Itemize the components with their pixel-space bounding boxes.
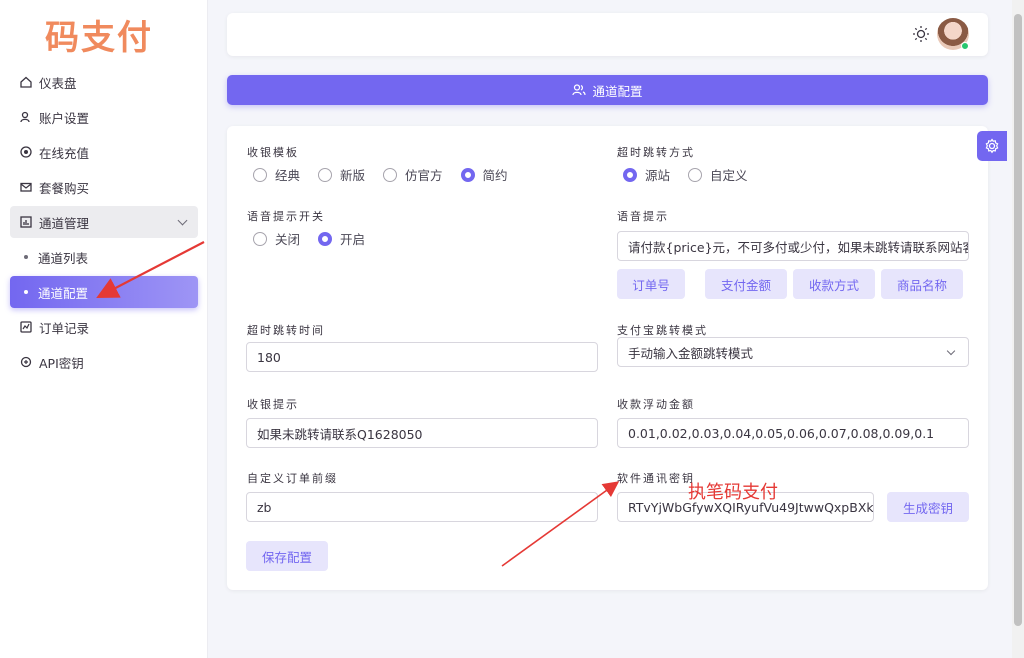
radio-simple[interactable]: 简约 bbox=[460, 165, 508, 184]
users-icon bbox=[572, 84, 587, 96]
radio-circle bbox=[460, 167, 475, 182]
sidebar-item-label: API密钥 bbox=[39, 355, 84, 371]
tag-pay-amount-button[interactable]: 支付金额 bbox=[705, 269, 787, 299]
chart-icon bbox=[20, 216, 32, 228]
chevron-down-icon bbox=[946, 346, 956, 356]
radio-off[interactable]: 关闭 bbox=[253, 229, 300, 248]
cashier-template-radios: 经典 新版 仿官方 简约 bbox=[253, 165, 526, 184]
sidebar-item-label: 在线充值 bbox=[39, 145, 90, 161]
float-amount-label: 收款浮动金额 bbox=[617, 398, 695, 411]
mail-icon bbox=[20, 181, 32, 193]
radio-label: 源站 bbox=[645, 168, 671, 183]
voice-switch-radios: 关闭 开启 bbox=[253, 229, 383, 248]
alipay-mode-label: 支付宝跳转模式 bbox=[617, 324, 708, 337]
sidebar-item-plans[interactable]: 套餐购买 bbox=[10, 171, 198, 203]
online-status-dot bbox=[961, 42, 969, 50]
radio-circle bbox=[253, 231, 267, 246]
sidebar-item-label: 仪表盘 bbox=[39, 75, 77, 91]
sidebar-item-channel-management[interactable]: 通道管理 bbox=[10, 206, 198, 238]
radio-new[interactable]: 新版 bbox=[318, 165, 365, 184]
sidebar-item-orders[interactable]: 订单记录 bbox=[10, 311, 198, 343]
timeout-time-input[interactable]: 180 bbox=[246, 342, 598, 372]
save-config-button[interactable]: 保存配置 bbox=[246, 541, 328, 571]
radio-label: 开启 bbox=[340, 232, 366, 247]
radio-circle bbox=[688, 167, 703, 182]
scrollbar-thumb[interactable] bbox=[1014, 14, 1022, 626]
voice-prompt-label: 语音提示 bbox=[617, 210, 669, 223]
sidebar-item-channel-config[interactable]: 通道配置 bbox=[10, 276, 198, 308]
sidebar-item-dashboard[interactable]: 仪表盘 bbox=[10, 66, 198, 98]
alipay-mode-select[interactable]: 手动输入金额跳转模式 bbox=[617, 337, 969, 367]
sidebar-item-account[interactable]: 账户设置 bbox=[10, 101, 198, 133]
radio-label: 简约 bbox=[482, 168, 508, 183]
sidebar-item-label: 通道管理 bbox=[39, 215, 90, 231]
radio-circle bbox=[253, 167, 267, 182]
gear-icon bbox=[985, 138, 999, 154]
radio-circle bbox=[383, 167, 398, 182]
sidebar-item-label: 订单记录 bbox=[39, 320, 90, 336]
radio-label: 自定义 bbox=[710, 168, 748, 183]
voice-switch-label: 语音提示开关 bbox=[247, 210, 325, 223]
radio-circle bbox=[623, 167, 637, 182]
order-prefix-input[interactable]: zb bbox=[246, 492, 598, 522]
tag-product-name-button[interactable]: 商品名称 bbox=[881, 269, 963, 299]
cashier-template-label: 收银模板 bbox=[247, 146, 299, 159]
radio-label: 关闭 bbox=[275, 232, 301, 247]
avatar[interactable] bbox=[937, 18, 969, 50]
receipt-icon bbox=[20, 321, 32, 333]
radio-label: 经典 bbox=[275, 168, 301, 183]
sidebar-item-label: 通道配置 bbox=[38, 285, 89, 301]
bullet-icon bbox=[24, 255, 28, 259]
radio-custom[interactable]: 自定义 bbox=[688, 165, 748, 184]
sidebar-nav: 仪表盘 账户设置 在线充值 套餐购买 通道管理 通道列表 通道配置 订单记录 A… bbox=[10, 66, 198, 381]
timeout-time-label: 超时跳转时间 bbox=[247, 324, 325, 337]
radio-circle bbox=[318, 231, 333, 246]
float-amount-input[interactable]: 0.01,0.02,0.03,0.04,0.05,0.06,0.07,0.08,… bbox=[617, 418, 969, 448]
chevron-down-icon bbox=[177, 215, 188, 225]
radio-classic[interactable]: 经典 bbox=[253, 165, 300, 184]
page-title: 通道配置 bbox=[592, 83, 643, 99]
page-title-bar: 通道配置 bbox=[227, 75, 988, 105]
radio-label: 仿官方 bbox=[405, 168, 443, 183]
sidebar-item-label: 通道列表 bbox=[38, 250, 89, 266]
annotation-watermark-text: 执笔码支付 bbox=[688, 482, 778, 503]
user-icon bbox=[20, 111, 32, 123]
coin-icon bbox=[20, 146, 32, 158]
sidebar: 码支付 仪表盘 账户设置 在线充值 套餐购买 通道管理 通道列表 通道配置 订单… bbox=[0, 0, 208, 658]
generate-key-button[interactable]: 生成密钥 bbox=[887, 492, 969, 522]
settings-float-button[interactable] bbox=[977, 131, 1007, 161]
radio-on[interactable]: 开启 bbox=[318, 229, 365, 248]
page-scrollbar[interactable] bbox=[1012, 0, 1024, 658]
key-icon bbox=[20, 356, 32, 368]
brand-logo[interactable]: 码支付 bbox=[45, 10, 153, 59]
software-key-label: 软件通讯密钥 bbox=[617, 472, 695, 485]
tag-order-no-button[interactable]: 订单号 bbox=[617, 269, 685, 299]
sidebar-item-channel-list[interactable]: 通道列表 bbox=[10, 241, 198, 273]
order-prefix-label: 自定义订单前缀 bbox=[247, 472, 338, 485]
config-form-card: 收银模板 经典 新版 仿官方 简约 超时跳转方式 源站 自定义 语音提示开关 关… bbox=[227, 126, 988, 590]
radio-circle bbox=[318, 167, 333, 182]
timeout-redirect-mode-label: 超时跳转方式 bbox=[617, 146, 695, 159]
radio-source-site[interactable]: 源站 bbox=[623, 165, 670, 184]
cashier-tip-input[interactable]: 如果未跳转请联系Q1628050 bbox=[246, 418, 598, 448]
cashier-tip-label: 收银提示 bbox=[247, 398, 299, 411]
home-icon bbox=[20, 76, 32, 88]
radio-label: 新版 bbox=[340, 168, 366, 183]
tag-pay-method-button[interactable]: 收款方式 bbox=[793, 269, 875, 299]
voice-prompt-input[interactable]: 请付款{price}元，不可多付或少付，如果未跳转请联系网站客 bbox=[617, 231, 969, 261]
sun-icon[interactable] bbox=[912, 25, 930, 43]
timeout-redirect-mode-radios: 源站 自定义 bbox=[623, 165, 766, 184]
sidebar-item-recharge[interactable]: 在线充值 bbox=[10, 136, 198, 168]
sidebar-item-api-key[interactable]: API密钥 bbox=[10, 346, 198, 378]
alipay-mode-value: 手动输入金额跳转模式 bbox=[628, 345, 754, 361]
top-navbar bbox=[227, 13, 988, 56]
sidebar-item-label: 账户设置 bbox=[39, 110, 90, 126]
radio-official[interactable]: 仿官方 bbox=[383, 165, 443, 184]
sidebar-item-label: 套餐购买 bbox=[39, 180, 90, 196]
bullet-icon bbox=[24, 290, 28, 294]
